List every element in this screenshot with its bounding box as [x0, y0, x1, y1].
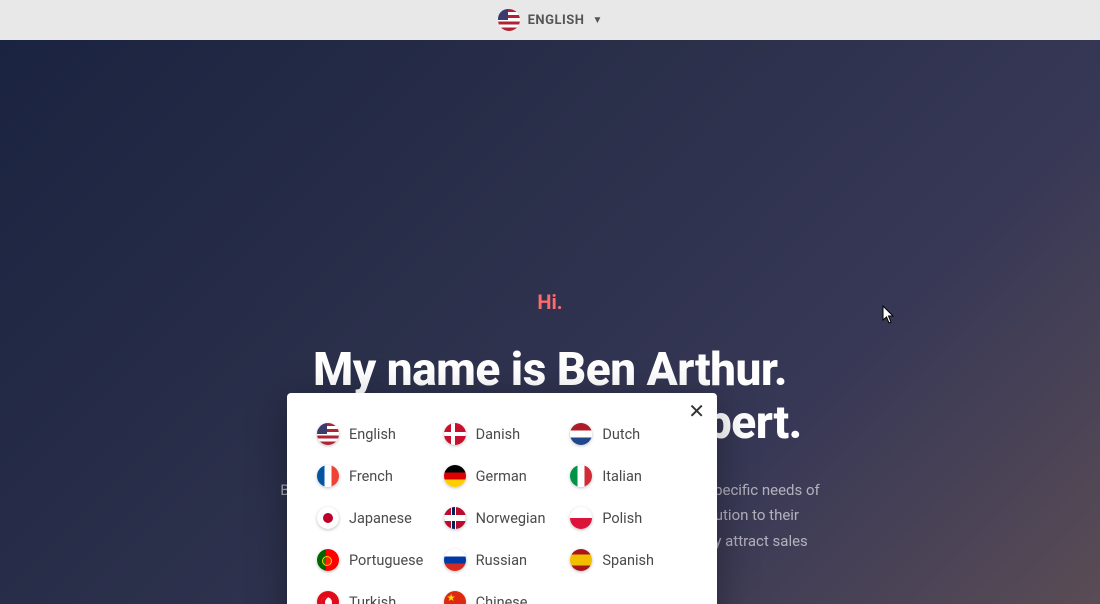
flag-tr-icon — [317, 591, 339, 604]
language-option-fr[interactable]: French — [317, 465, 434, 487]
language-label: Russian — [476, 552, 527, 569]
flag-pt-icon — [317, 549, 339, 571]
language-topbar[interactable]: ENGLISH ▼ — [0, 0, 1100, 40]
language-option-it[interactable]: Italian — [570, 465, 687, 487]
mouse-cursor-icon — [882, 305, 896, 325]
flag-fr-icon — [317, 465, 339, 487]
language-option-da[interactable]: Danish — [444, 423, 561, 445]
flag-en-icon — [317, 423, 339, 445]
language-option-en[interactable]: English — [317, 423, 434, 445]
language-option-es[interactable]: Spanish — [570, 549, 687, 571]
language-option-no[interactable]: Norwegian — [444, 507, 561, 529]
language-label: Italian — [602, 468, 642, 485]
language-label: German — [476, 468, 527, 485]
flag-de-icon — [444, 465, 466, 487]
current-language-label: ENGLISH — [528, 13, 585, 28]
language-grid: English Danish Dutch French German Italian Jap… — [317, 423, 687, 604]
headline-line-1: My name is Ben Arthur. — [298, 344, 802, 397]
hero-section: Hi. My name is Ben Arthur. Digital Marke… — [0, 40, 1100, 604]
language-label: Spanish — [602, 552, 654, 569]
language-label: Japanese — [349, 510, 412, 527]
language-label: Dutch — [602, 426, 640, 443]
language-option-ru[interactable]: Russian — [444, 549, 561, 571]
language-option-zh[interactable]: Chinese — [444, 591, 561, 604]
caret-down-icon: ▼ — [592, 15, 602, 26]
flag-no-icon — [444, 507, 466, 529]
language-label: Turkish — [349, 594, 396, 604]
language-label: Danish — [476, 426, 520, 443]
language-label: French — [349, 468, 393, 485]
flag-it-icon — [570, 465, 592, 487]
language-option-pt[interactable]: Portuguese — [317, 549, 434, 571]
close-button[interactable]: ✕ — [688, 401, 705, 421]
language-label: Chinese — [476, 594, 528, 604]
flag-us-icon — [498, 9, 520, 31]
language-option-tr[interactable]: Turkish — [317, 591, 434, 604]
flag-es-icon — [570, 549, 592, 571]
language-label: Polish — [602, 510, 642, 527]
flag-pl-icon — [570, 507, 592, 529]
flag-ru-icon — [444, 549, 466, 571]
flag-nl-icon — [570, 423, 592, 445]
language-option-de[interactable]: German — [444, 465, 561, 487]
language-option-pl[interactable]: Polish — [570, 507, 687, 529]
language-label: Portuguese — [349, 552, 423, 569]
flag-zh-icon — [444, 591, 466, 604]
language-picker-modal: ✕ English Danish Dutch French German Italian J… — [287, 393, 717, 604]
language-option-ja[interactable]: Japanese — [317, 507, 434, 529]
language-option-nl[interactable]: Dutch — [570, 423, 687, 445]
language-label: Norwegian — [476, 510, 546, 527]
flag-da-icon — [444, 423, 466, 445]
greeting-text: Hi. — [537, 290, 562, 314]
language-label: English — [349, 426, 396, 443]
flag-ja-icon — [317, 507, 339, 529]
